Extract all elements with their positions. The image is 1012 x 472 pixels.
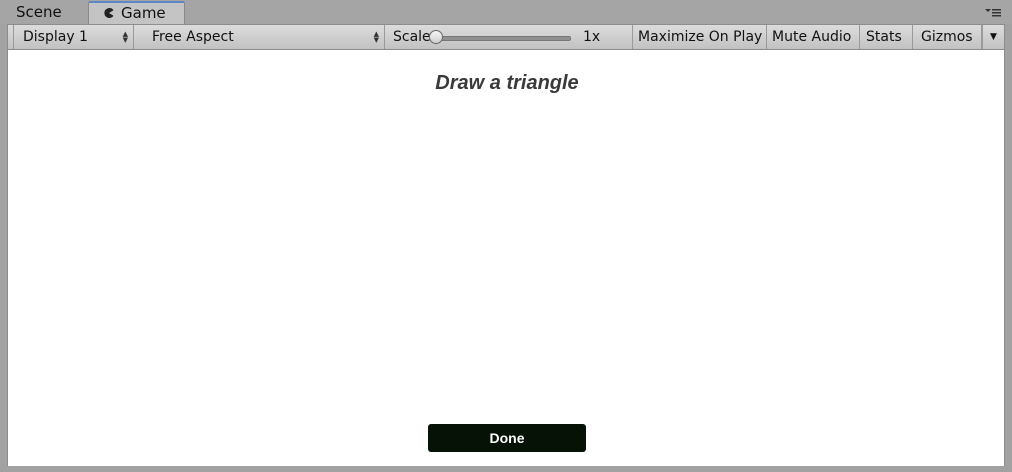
scale-label: Scale bbox=[393, 29, 431, 45]
window-bottom-border bbox=[0, 466, 1012, 472]
done-button[interactable]: Done bbox=[428, 424, 586, 452]
display-dropdown-value: Display 1 bbox=[23, 29, 88, 45]
gizmos-toggle[interactable]: Gizmos bbox=[913, 25, 982, 49]
updown-arrows-icon: ▲ ▼ bbox=[373, 29, 379, 44]
scale-slider-thumb[interactable] bbox=[429, 30, 443, 44]
aspect-dropdown-value: Free Aspect bbox=[152, 29, 234, 45]
gizmos-label: Gizmos bbox=[921, 29, 973, 45]
menu-icon[interactable] bbox=[984, 6, 1002, 20]
stats-label: Stats bbox=[866, 29, 902, 45]
tab-scene-label: Scene bbox=[16, 3, 62, 21]
tab-scene[interactable]: Scene bbox=[6, 2, 86, 24]
stats-toggle[interactable]: Stats bbox=[860, 25, 913, 49]
aspect-dropdown[interactable]: Free Aspect ▲ ▼ bbox=[144, 25, 385, 49]
scale-value: 1x bbox=[583, 29, 601, 45]
tab-game-label: Game bbox=[121, 4, 166, 22]
game-viewport[interactable]: Draw a triangle Done bbox=[7, 50, 1005, 466]
maximize-on-play-toggle[interactable]: Maximize On Play bbox=[634, 25, 767, 49]
updown-arrows-icon: ▲ ▼ bbox=[122, 29, 128, 44]
pacman-icon bbox=[104, 8, 114, 18]
maximize-on-play-label: Maximize On Play bbox=[638, 29, 763, 45]
display-dropdown[interactable]: Display 1 ▲ ▼ bbox=[14, 25, 134, 49]
game-toolbar: Display 1 ▲ ▼ Free Aspect ▲ ▼ Scale 1x Max… bbox=[7, 24, 1005, 50]
gizmos-dropdown-arrow[interactable]: ▼ bbox=[982, 25, 1004, 49]
game-prompt: Draw a triangle bbox=[435, 72, 579, 94]
scale-slider-track[interactable] bbox=[437, 36, 571, 41]
mute-audio-toggle[interactable]: Mute Audio bbox=[767, 25, 860, 49]
mute-audio-label: Mute Audio bbox=[772, 29, 852, 45]
tab-game[interactable]: Game bbox=[88, 1, 185, 25]
dropdown-arrow-icon: ▼ bbox=[990, 32, 997, 42]
editor-tab-bar: Scene Game bbox=[0, 0, 1012, 25]
scale-control: Scale 1x bbox=[385, 25, 633, 49]
